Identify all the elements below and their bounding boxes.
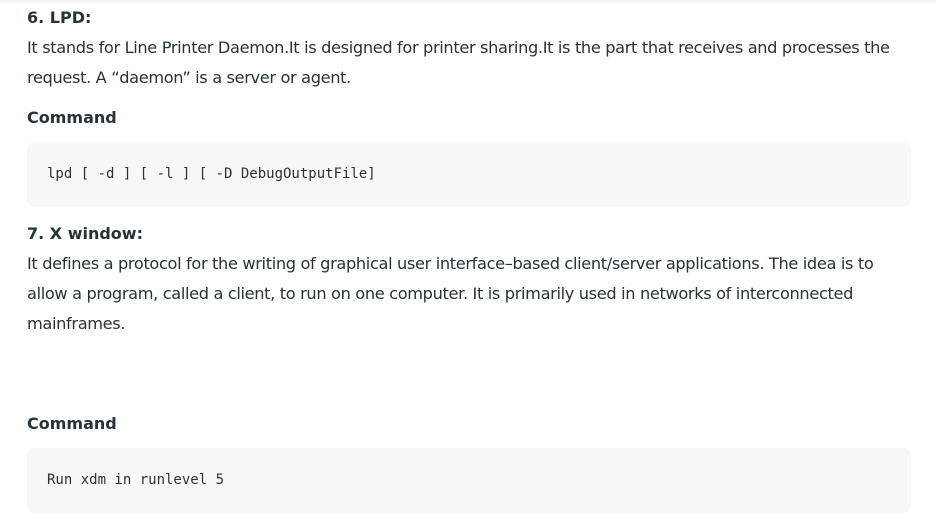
command-label-x-window: Command [27,414,117,433]
code-text-x-window[interactable]: Run xdm in runlevel 5 [47,470,224,490]
top-shadow [0,0,936,4]
section-paragraph-x-window: It defines a protocol for the writing of… [27,254,874,333]
section-heading-lpd: 6. LPD: [27,8,92,27]
code-text-lpd[interactable]: lpd [ -d ] [ -l ] [ -D DebugOutputFile] [47,164,376,184]
section-heading-x-window: 7. X window: [27,224,143,243]
section-paragraph-lpd: It stands for Line Printer Daemon.It is … [27,38,890,87]
code-block-lpd[interactable]: lpd [ -d ] [ -l ] [ -D DebugOutputFile] [27,142,911,207]
command-label-lpd: Command [27,108,117,127]
code-block-x-window[interactable]: Run xdm in runlevel 5 [27,448,911,513]
